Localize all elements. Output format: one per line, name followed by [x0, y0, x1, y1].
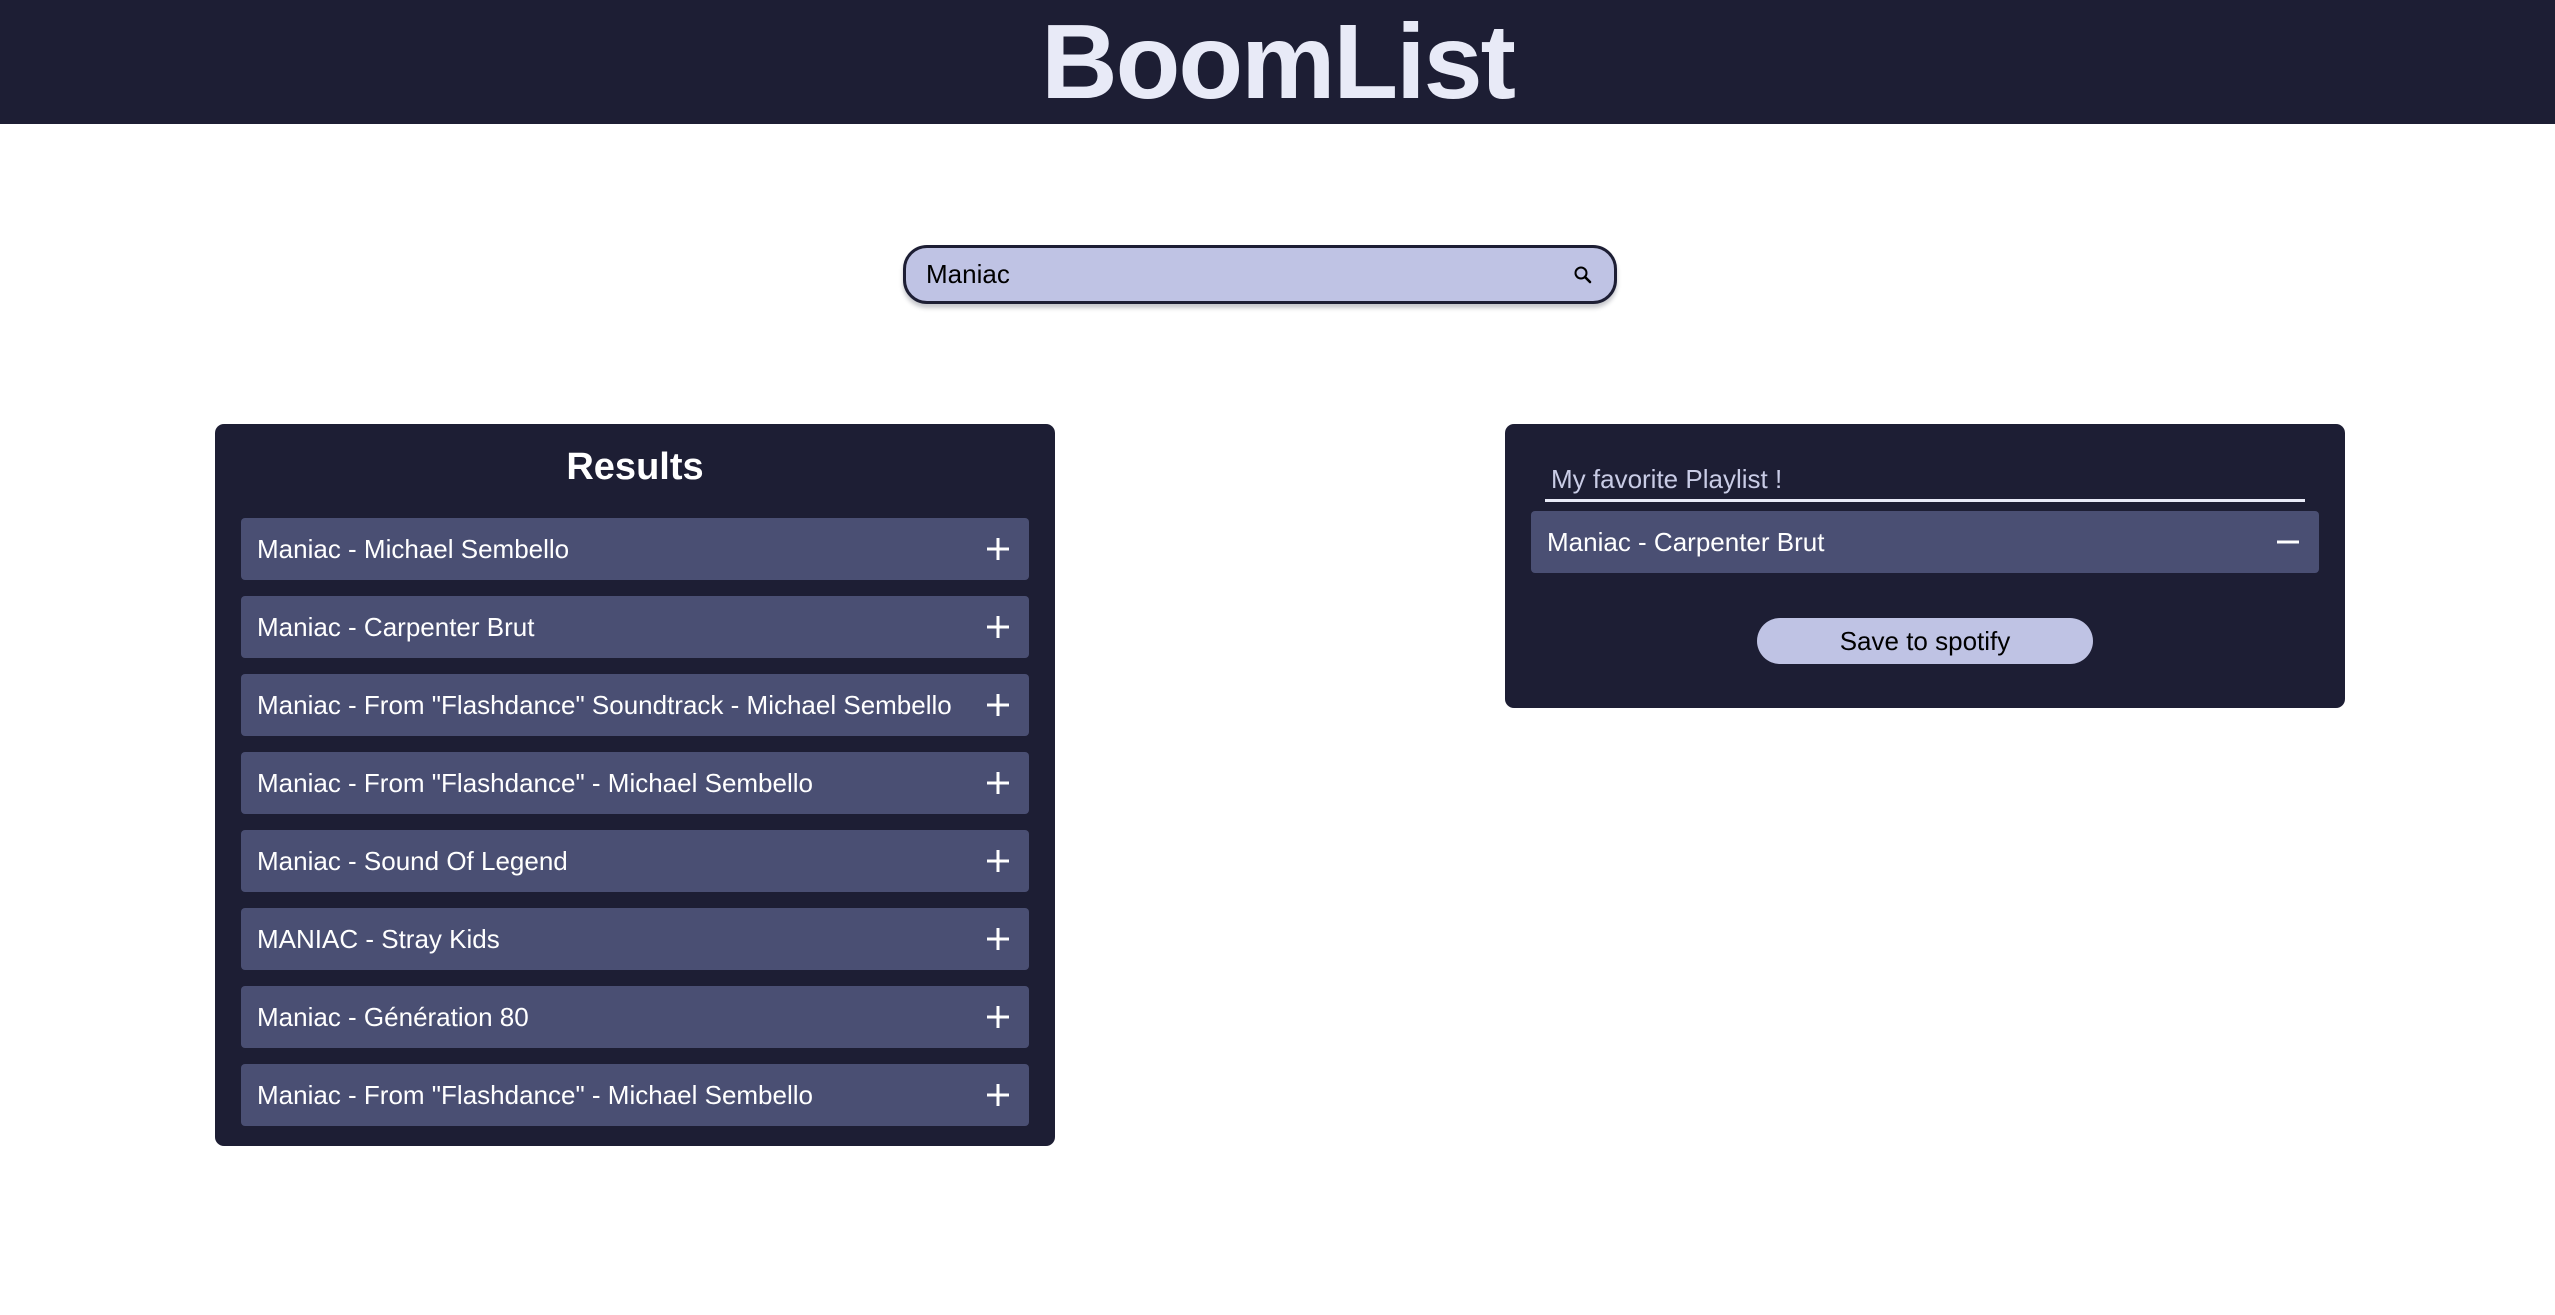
result-track: MANIAC - Stray Kids: [241, 908, 1029, 970]
result-track: Maniac - From "Flashdance" - Michael Sem…: [241, 1064, 1029, 1126]
save-to-spotify-button[interactable]: Save to spotify: [1757, 618, 2093, 664]
search-input[interactable]: [926, 259, 1572, 290]
search-icon[interactable]: [1572, 264, 1594, 286]
result-track: Maniac - Carpenter Brut: [241, 596, 1029, 658]
track-label: Maniac - Michael Sembello: [257, 533, 570, 564]
track-label: Maniac - Carpenter Brut: [257, 611, 535, 642]
plus-icon[interactable]: [983, 1080, 1013, 1110]
result-track: Maniac - Génération 80: [241, 986, 1029, 1048]
playlist-name-input[interactable]: [1545, 460, 2305, 502]
track-label: Maniac - Carpenter Brut: [1547, 526, 1825, 557]
plus-icon[interactable]: [983, 612, 1013, 642]
plus-icon[interactable]: [983, 846, 1013, 876]
plus-icon[interactable]: [983, 690, 1013, 720]
app-header: BoomList: [0, 0, 2555, 124]
track-label: Maniac - Génération 80: [257, 1001, 529, 1032]
minus-icon[interactable]: [2273, 527, 2303, 557]
results-title: Results: [566, 446, 704, 488]
playlist-panel: Maniac - Carpenter Brut Save to spotify: [1505, 424, 2345, 708]
track-label: Maniac - From "Flashdance" - Michael Sem…: [257, 767, 813, 798]
result-track: Maniac - Sound Of Legend: [241, 830, 1029, 892]
track-label: MANIAC - Stray Kids: [257, 923, 500, 954]
plus-icon[interactable]: [983, 924, 1013, 954]
search-bar[interactable]: [903, 245, 1617, 304]
plus-icon[interactable]: [983, 534, 1013, 564]
result-track: Maniac - From "Flashdance" Soundtrack - …: [241, 674, 1029, 736]
playlist-track: Maniac - Carpenter Brut: [1531, 511, 2319, 573]
track-label: Maniac - From "Flashdance" Soundtrack - …: [257, 689, 952, 720]
result-track: Maniac - Michael Sembello: [241, 518, 1029, 580]
app-title: BoomList: [1041, 3, 1516, 121]
track-label: Maniac - From "Flashdance" - Michael Sem…: [257, 1079, 813, 1110]
plus-icon[interactable]: [983, 1002, 1013, 1032]
plus-icon[interactable]: [983, 768, 1013, 798]
result-track: Maniac - From "Flashdance" - Michael Sem…: [241, 752, 1029, 814]
results-panel: Results Maniac - Michael Sembello Maniac…: [215, 424, 1055, 1146]
track-label: Maniac - Sound Of Legend: [257, 845, 568, 876]
